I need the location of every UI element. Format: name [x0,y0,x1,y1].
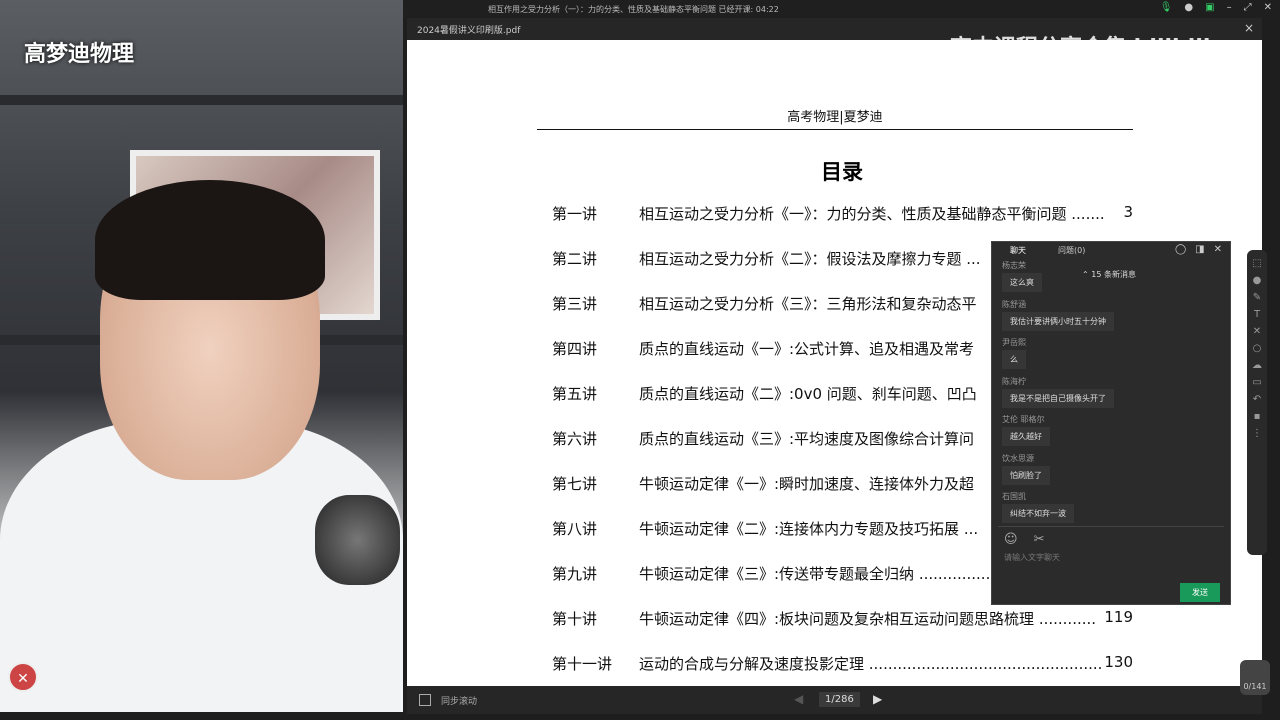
close-document-icon[interactable]: × [1244,21,1254,35]
sidebar-toggle-icon[interactable] [419,694,431,706]
camera-icon[interactable]: ▪ [1254,411,1261,422]
more-icon[interactable]: ⋮ [1252,428,1262,439]
camera-icon[interactable]: ● [1184,2,1193,13]
fullscreen-icon[interactable]: ⤢ [1244,2,1252,13]
page-indicator[interactable]: 1/286 [819,692,860,707]
mic-icon[interactable]: 🎙 [1160,2,1173,13]
document-tab[interactable]: 2024暑假讲义印刷版.pdf [417,23,520,36]
chat-message-text: 纠结不如弃一波 [1002,504,1074,523]
undo-icon[interactable]: ↶ [1253,394,1261,405]
toc-title: 目录 [821,160,863,184]
toc-entry[interactable]: 第十讲 牛顿运动定律《四》:板块问题及复杂相互运动问题思路梳理 .........… [552,608,1133,629]
toc-entry-title: 运动的合成与分解及速度投影定理 ........................… [639,655,1103,673]
teacher-video: 高梦迪物理 ✕ [0,0,403,712]
toc-entry-label: 第七讲 [552,475,598,493]
scissors-icon[interactable]: ✂ [1034,532,1045,547]
title-bar: 相互作用之受力分析（一）：力的分类、性质及基础静态平衡问题 已经开课: 04:2… [403,0,1280,18]
shelf [0,95,403,105]
chat-message: 石国凯纠结不如弃一波 [1002,490,1114,529]
new-messages-indicator[interactable]: ⌃ 15 条新消息 [1082,269,1136,280]
chat-message-text: 我是不是把自己摄像头开了 [1002,388,1114,408]
toc-entry-label: 第十讲 [552,610,598,628]
toc-entry-label: 第九讲 [552,565,598,583]
chat-message: 艾伦 耶格尔越久越好 [1002,413,1114,452]
chat-username: 陈舒涵 [1002,299,1026,309]
toc-entry-title: 牛顿运动定律《四》:板块问题及复杂相互运动问题思路梳理 ............ [639,610,1097,628]
toc-entry-label: 第二讲 [552,250,598,268]
close-chat-icon[interactable]: ✕ [1214,244,1222,255]
cloud-icon[interactable]: ☁ [1252,360,1262,371]
clear-icon[interactable]: ▭ [1252,377,1261,388]
text-icon[interactable]: T [1254,309,1260,320]
shape-icon[interactable]: ○ [1253,343,1262,354]
toc-entry-label: 第一讲 [552,205,598,223]
toc-entry-label: 第三讲 [552,295,598,313]
next-page-button[interactable]: ▶ [873,692,882,706]
tab-questions[interactable]: 问题(0) [1058,245,1085,256]
annotation-toolbar: ⬚ ● ✎ T ✕ ○ ☁ ▭ ↶ ▪ ⋮ [1247,250,1267,555]
chat-message: 尹岳熙么 [1002,336,1114,375]
bilibili-watermark: 高中课程分享合集 bilibili [950,36,1211,61]
microphone [315,495,400,585]
chat-message-text: 这么爽 [1002,273,1042,292]
eraser-icon[interactable]: ✕ [1253,326,1261,337]
class-title: 相互作用之受力分析（一）：力的分类、性质及基础静态平衡问题 已经开课: 04:2… [488,5,779,14]
pointer-icon[interactable]: ● [1253,275,1262,286]
bubble-icon[interactable]: ◯ [1175,244,1186,255]
grid-icon[interactable]: ▣ [1205,2,1214,13]
toc-entry-page: 3 [1123,203,1133,221]
close-icon[interactable]: ✕ [1264,2,1272,13]
teacher-hair [95,180,325,300]
chat-username: 陈海柠 [1002,376,1026,386]
page-header: 高考物理|夏梦迪 [537,106,1133,130]
toc-entry-label: 第六讲 [552,430,598,448]
popout-icon[interactable]: ◨ [1195,244,1204,255]
watermark-logo: 高梦迪物理 [24,42,135,67]
toc-entry-label: 第八讲 [552,520,598,538]
pdf-bottom-bar: 同步滚动 ◀ 1/286 ▶ [407,686,1262,714]
toc-entry-label: 第五讲 [552,385,598,403]
toc-entry-title: 相互运动之受力分析《一》：力的分类、性质及基础静态平衡问题 ....... [639,205,1105,223]
chat-input[interactable]: 请输入文字聊天 [1004,552,1060,563]
pen-icon[interactable]: ✎ [1253,292,1261,303]
chat-username: 尹岳熙 [1002,338,1026,347]
minimize-icon[interactable]: – [1227,2,1232,13]
user-avatar-button[interactable]: ✕ [8,662,38,692]
toc-entry-page: 130 [1104,653,1133,671]
chat-username: 石国凯 [1002,492,1026,501]
chat-username: 饮水思源 [1002,453,1034,463]
prev-page-button[interactable]: ◀ [794,692,803,706]
tab-chat[interactable]: 聊天 [1010,245,1026,256]
select-icon[interactable]: ⬚ [1252,258,1261,269]
chat-message-text: 我估计要讲俩小时五十分钟 [1002,311,1114,331]
toc-entry[interactable]: 第十一讲 运动的合成与分解及速度投影定理 ....................… [552,653,1133,674]
page-count-badge[interactable]: 0/141 [1240,660,1270,695]
send-button[interactable]: 发送 [1180,583,1220,602]
chat-message-text: 怕刷脸了 [1002,465,1050,485]
chat-message: 陈舒涵我估计要讲俩小时五十分钟 [1002,298,1114,337]
toc-entry-label: 第十一讲 [552,655,613,673]
chat-message-text: 越久越好 [1002,427,1050,446]
toc-entry[interactable]: 第一讲 相互运动之受力分析《一》：力的分类、性质及基础静态平衡问题 .......… [552,203,1133,224]
emoji-icon[interactable]: ☺ [1004,532,1018,547]
toc-entry-label: 第四讲 [552,340,598,358]
chat-panel: 聊天 问题(0) ◯ ◨ ✕ 杨志荣 这么爽 陈舒涵 我估计要讲俩小时五十分钟 尹岳熙么… [991,241,1231,605]
chat-username: 艾伦 耶格尔 [1002,415,1045,424]
chat-message: 饮水思源 怕刷脸了 [1002,452,1114,491]
sync-scroll-toggle[interactable]: 同步滚动 [441,694,477,707]
toc-entry-page: 119 [1104,608,1133,626]
chat-message-text: 么 [1002,350,1026,369]
chat-message: 陈海柠我是不是把自己摄像头开了 [1002,375,1114,414]
divider [998,526,1224,527]
